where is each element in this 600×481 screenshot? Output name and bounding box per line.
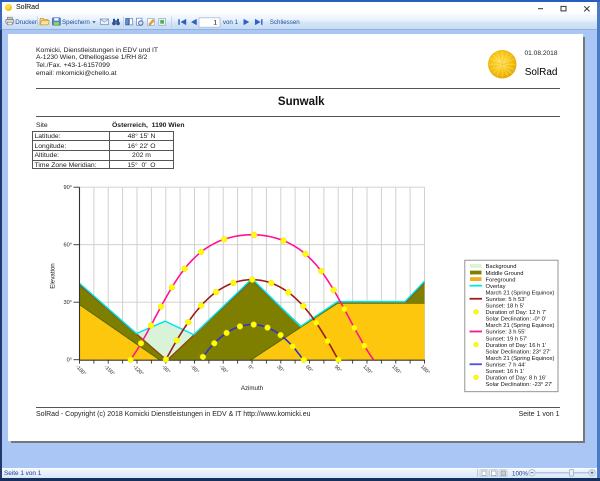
svg-text:Overlay: Overlay (486, 284, 506, 290)
svg-text:March 21 (Spring Equinox): March 21 (Spring Equinox) (486, 323, 555, 329)
svg-text:Drucken: Drucken (15, 19, 39, 26)
svg-text:Azimuth: Azimuth (241, 385, 264, 392)
svg-text:1: 1 (213, 20, 217, 27)
svg-text:30°: 30° (64, 300, 72, 306)
svg-text:Sunset: 16 h 1': Sunset: 16 h 1' (486, 369, 525, 375)
svg-text:30°: 30° (275, 364, 285, 374)
svg-text:Elevation: Elevation (50, 263, 57, 289)
svg-text:Schliessen: Schliessen (270, 19, 300, 26)
svg-text:100%: 100% (512, 470, 528, 477)
svg-text:0°: 0° (247, 364, 255, 372)
svg-text:Solar Declination: -0° 0': Solar Declination: -0° 0' (486, 317, 546, 323)
svg-text:Sunset: 18 h 5': Sunset: 18 h 5' (486, 304, 525, 310)
svg-text:von 1: von 1 (223, 19, 239, 26)
svg-text:March 21 (Spring Equinox): March 21 (Spring Equinox) (486, 290, 555, 296)
svg-text:Solar Declination: 23° 27': Solar Declination: 23° 27' (486, 349, 551, 355)
svg-text:Sunset: 19 h 57': Sunset: 19 h 57' (486, 336, 528, 342)
svg-text:Duration of Day: 12 h 7': Duration of Day: 12 h 7' (486, 310, 547, 316)
svg-text:180°: 180° (419, 364, 431, 376)
svg-text:Background: Background (486, 264, 517, 270)
svg-text:Sunrise: 5 h 53': Sunrise: 5 h 53' (486, 297, 526, 303)
svg-text:Duration of Day: 8 h 16': Duration of Day: 8 h 16' (486, 376, 547, 382)
svg-text:60°: 60° (304, 364, 314, 374)
svg-text:Middle Ground: Middle Ground (486, 271, 524, 277)
svg-text:Sunrise: 7 h 44': Sunrise: 7 h 44' (486, 362, 526, 368)
svg-text:-150°: -150° (103, 364, 116, 377)
svg-text:-120°: -120° (132, 364, 145, 377)
svg-text:Sunrise: 3 h 55': Sunrise: 3 h 55' (486, 330, 526, 336)
svg-text:Solar Declination: -23° 27': Solar Declination: -23° 27' (486, 382, 553, 388)
svg-text:Duration of Day: 16 h 1': Duration of Day: 16 h 1' (486, 343, 547, 349)
svg-text:150°: 150° (390, 364, 402, 376)
svg-text:-90°: -90° (160, 364, 171, 375)
svg-text:-180°: -180° (74, 364, 87, 377)
svg-text:0°: 0° (67, 358, 72, 364)
svg-text:-60°: -60° (189, 364, 200, 375)
svg-text:90°: 90° (333, 364, 343, 374)
svg-text:-30°: -30° (218, 364, 229, 375)
svg-text:120°: 120° (362, 364, 374, 376)
svg-text:90°: 90° (64, 185, 72, 191)
svg-text:Foreground: Foreground (486, 277, 516, 283)
svg-text:Speichern: Speichern (62, 19, 90, 26)
svg-text:March 21 (Spring Equinox): March 21 (Spring Equinox) (486, 356, 555, 362)
svg-text:60°: 60° (64, 243, 72, 249)
